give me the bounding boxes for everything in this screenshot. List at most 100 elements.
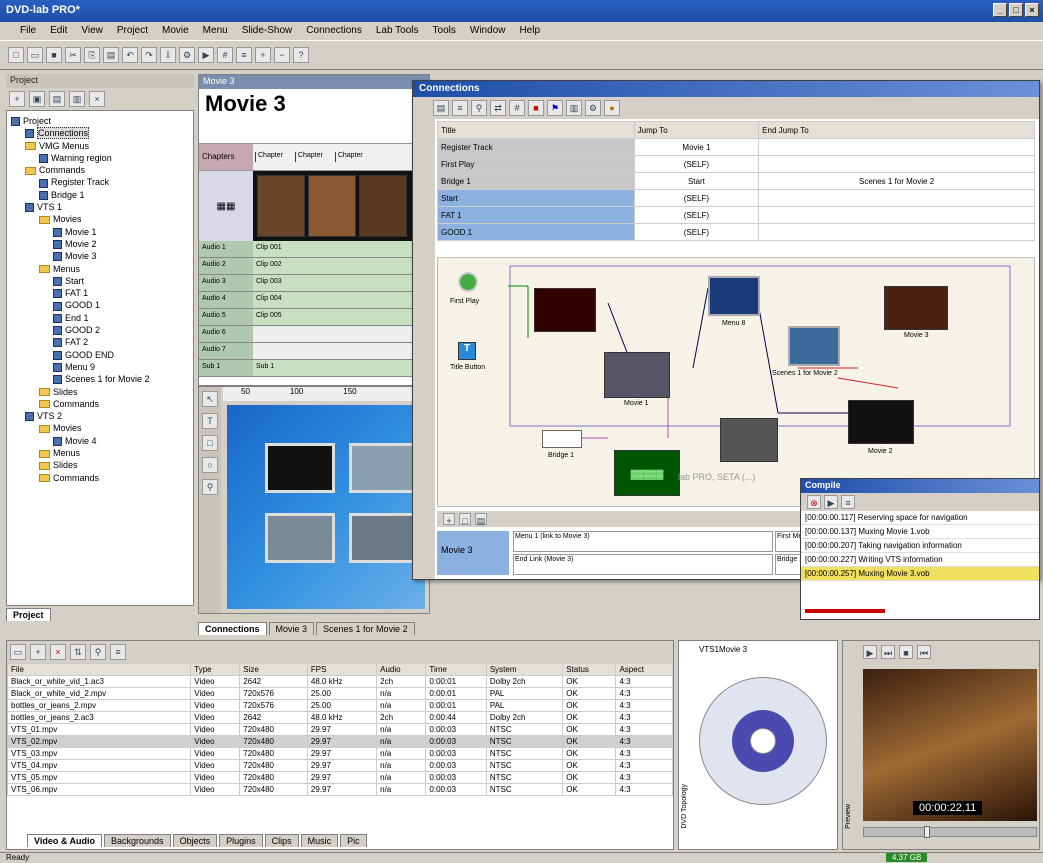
column-header[interactable]: Type (190, 663, 241, 676)
link-icon[interactable]: ⚲ (471, 100, 487, 116)
tree-node[interactable]: Commands (9, 398, 191, 410)
grid-icon[interactable]: # (509, 100, 525, 116)
tab-movie-3[interactable]: Movie 3 (268, 622, 315, 635)
tab-scenes[interactable]: Scenes 1 for Movie 2 (316, 622, 415, 635)
tree-node[interactable]: Movie 4 (9, 435, 191, 447)
track-clip[interactable]: Clip 001 (253, 241, 429, 257)
table-row[interactable]: VTS_03.mpv Video 720x480 29.97 n/a 0:00:03 NTS… (6, 747, 673, 760)
table-row[interactable]: First Play (SELF) (437, 155, 1035, 173)
assets-table[interactable]: File Type Size FPS Audio Time System Status Aspe… (6, 663, 673, 796)
list-icon[interactable]: ≡ (452, 100, 468, 116)
chapter-marker[interactable]: Chapter (334, 152, 373, 162)
column-header[interactable]: Size (239, 663, 308, 676)
menu-view[interactable]: View (81, 25, 103, 37)
align-icon[interactable]: ≡ (236, 47, 252, 63)
column-header[interactable]: Title (437, 121, 635, 139)
tree-node[interactable]: Connections (9, 127, 191, 140)
movie-2-node[interactable] (848, 400, 914, 444)
movie-1-node[interactable] (604, 352, 670, 398)
video-track[interactable] (253, 171, 429, 241)
compile-icon[interactable]: ⚙ (179, 47, 195, 63)
movie-3-node[interactable] (884, 286, 948, 330)
chapter-strip[interactable]: Chapter Chapter Chapter (253, 144, 429, 170)
column-header[interactable]: Aspect (615, 663, 673, 676)
step-icon[interactable]: ⏭ (881, 645, 895, 659)
arrange-icon[interactable]: ⇄ (490, 100, 506, 116)
save-icon[interactable]: ■ (46, 47, 62, 63)
cut-icon[interactable]: ✂ (65, 47, 81, 63)
assets-tab[interactable]: Clips (264, 834, 299, 847)
tree-node[interactable]: Bridge 1 (9, 189, 191, 201)
ellipse-tool-icon[interactable]: ○ (202, 457, 218, 473)
tree-node[interactable]: Menus (9, 263, 191, 275)
start-node[interactable]: ▓▓▓▓▓ (614, 450, 680, 496)
table-row[interactable]: VTS_01.mpv Video 720x480 29.97 n/a 0:00:03 NTS… (6, 723, 673, 736)
text-tool-icon[interactable]: T (202, 413, 218, 429)
menu-canvas[interactable] (227, 405, 425, 609)
assets-tab[interactable]: Objects (172, 834, 218, 847)
close-button[interactable]: × (1025, 3, 1039, 17)
assets-tab[interactable]: Video & Audio (27, 834, 103, 847)
menu-project[interactable]: Project (117, 25, 148, 37)
delete-icon[interactable]: × (89, 91, 105, 107)
import-icon[interactable]: ⇩ (160, 47, 176, 63)
tree-node[interactable]: End 1 (9, 312, 191, 324)
table-row[interactable]: Bridge 1 Start Scenes 1 for Movie 2 (437, 172, 1035, 190)
tree-node[interactable]: Commands (9, 472, 191, 484)
tree-node[interactable]: Movie 1 (9, 226, 191, 238)
column-header[interactable]: Status (562, 663, 617, 676)
tree-node[interactable]: Scenes 1 for Movie 2 (9, 373, 191, 385)
pointer-icon[interactable]: ↖ (202, 391, 218, 407)
maximize-button[interactable]: □ (1009, 3, 1023, 17)
menu-edit[interactable]: Edit (50, 25, 67, 37)
menu-file[interactable]: File (20, 25, 36, 37)
table-row[interactable]: Black_or_white_vid_1.ac3 Video 2642 48.0 kH… (6, 675, 673, 688)
tree-node[interactable]: VMG Menus (9, 140, 191, 152)
title-button-node[interactable]: T (458, 342, 476, 360)
sort-icon[interactable]: ⇅ (70, 644, 86, 660)
rect-tool-icon[interactable]: □ (202, 435, 218, 451)
column-header[interactable]: End Jump To (758, 121, 1035, 139)
tree-node[interactable]: GOOD 2 (9, 324, 191, 336)
table-row[interactable]: GOOD 1 (SELF) (437, 223, 1035, 241)
column-header[interactable]: Audio (376, 663, 427, 676)
column-header[interactable]: File (6, 663, 192, 676)
track-clip[interactable] (253, 343, 429, 359)
grid-icon[interactable]: # (217, 47, 233, 63)
copy-icon[interactable]: ⎘ (84, 47, 100, 63)
add-asset-icon[interactable]: + (30, 644, 46, 660)
end-link-field[interactable]: End Link (Movie 3) (513, 554, 773, 575)
table-row[interactable]: bottles_or_jeans_2.mpv Video 720x576 25.00 n… (6, 699, 673, 712)
connections-table[interactable]: Title Jump To End Jump To Register Track Mov… (437, 121, 1035, 241)
menu-movie[interactable]: Movie (162, 25, 189, 37)
track-clip[interactable]: Sub 1 (253, 360, 429, 376)
table-row[interactable]: VTS_05.mpv Video 720x480 29.97 n/a 0:00:03 NTS… (6, 771, 673, 784)
tree-node[interactable]: Start (9, 275, 191, 287)
menu-help[interactable]: Help (519, 25, 540, 37)
menu-8-node[interactable] (708, 276, 760, 316)
chapter-marker[interactable]: Chapter (294, 152, 333, 162)
redo-icon[interactable]: ↷ (141, 47, 157, 63)
track-clip[interactable]: Clip 002 (253, 258, 429, 274)
tree-node[interactable]: FAT 2 (9, 336, 191, 348)
tree-node[interactable]: Menu 9 (9, 361, 191, 373)
tree-node[interactable]: Slides (9, 459, 191, 471)
link-tool-icon[interactable]: ⚲ (202, 479, 218, 495)
table-row[interactable]: Register Track Movie 1 (437, 138, 1035, 156)
preview-slider[interactable] (863, 826, 1037, 838)
play-icon[interactable]: ▶ (863, 645, 877, 659)
menu-button-thumb[interactable] (265, 443, 335, 493)
tree-node[interactable]: Register Track (9, 176, 191, 188)
table-icon[interactable]: ▤ (433, 100, 449, 116)
help-icon[interactable]: ? (293, 47, 309, 63)
tab-connections[interactable]: Connections (198, 622, 267, 635)
menu-button-thumb[interactable] (349, 443, 419, 493)
menu-button-thumb[interactable] (265, 513, 335, 563)
fit-icon[interactable]: □ (459, 513, 471, 526)
tree-node[interactable]: Movies (9, 422, 191, 434)
tree-node[interactable]: Slides (9, 386, 191, 398)
run-icon[interactable]: ▶ (824, 495, 838, 509)
tree-node[interactable]: Movie 2 (9, 238, 191, 250)
menu-slideshow[interactable]: Slide-Show (242, 25, 293, 37)
tree-node[interactable]: GOOD END (9, 349, 191, 361)
